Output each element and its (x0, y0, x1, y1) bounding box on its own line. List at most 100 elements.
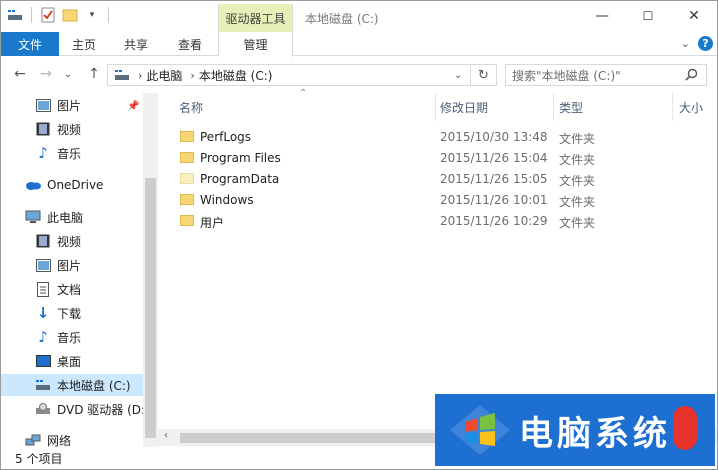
address-dropdown-icon[interactable]: ⌄ (454, 70, 462, 81)
help-icon[interactable]: ? (698, 36, 713, 51)
context-tab-drive-tools: 驱动器工具 (218, 4, 293, 32)
breadcrumb-this-pc[interactable]: 此电脑 (146, 67, 182, 84)
file-name: Program Files (200, 151, 281, 165)
file-name: 用户 (200, 216, 225, 230)
tab-manage[interactable]: 管理 (218, 32, 293, 57)
back-arrow-icon[interactable]: ← (11, 65, 29, 83)
navigation-pane: 📌 图片 视频 ♪ 音乐 OneDrive 此电脑 视频 图片 文档 ↓ 下载 … (1, 93, 158, 447)
videos-icon (35, 233, 51, 249)
address-bar[interactable]: › 此电脑 › 本地磁盘 (C:) ⌄ ↻ (107, 64, 497, 86)
table-row[interactable]: Program Files 2015/11/26 15:04 文件夹 (158, 148, 717, 169)
downloads-icon: ↓ (36, 304, 50, 322)
sidebar-item-documents[interactable]: 文档 (1, 278, 146, 300)
sidebar-item-label: 图片 (57, 98, 82, 113)
breadcrumb-chevron-icon[interactable]: › (190, 69, 194, 82)
sidebar-item-onedrive[interactable]: OneDrive (1, 174, 146, 196)
forward-arrow-icon[interactable]: → (37, 65, 55, 83)
drive-icon[interactable] (7, 7, 23, 23)
sidebar-item-music-pc[interactable]: ♪ 音乐 (1, 326, 146, 348)
sidebar-item-videos[interactable]: 视频 (1, 118, 146, 140)
sidebar-item-label: 网络 (47, 433, 72, 448)
customize-qat-icon[interactable]: ▾ (84, 7, 100, 23)
file-type: 文件夹 (559, 216, 596, 230)
column-header-type[interactable]: 类型 (559, 93, 583, 121)
sidebar-item-music[interactable]: ♪ 音乐 (1, 142, 146, 164)
file-type: 文件夹 (559, 195, 596, 209)
sidebar-item-pictures-pc[interactable]: 图片 (1, 254, 146, 276)
tab-file[interactable]: 文件 (1, 32, 59, 56)
sidebar-item-pictures[interactable]: 图片 (1, 94, 146, 116)
sidebar-item-network[interactable]: 网络 (1, 429, 146, 447)
recent-locations-icon[interactable]: ⌄ (59, 65, 77, 83)
folder-icon (180, 152, 194, 163)
search-input[interactable]: 搜索"本地磁盘 (C:)" (505, 64, 707, 86)
tab-home[interactable]: 主页 (59, 32, 109, 56)
column-header-name[interactable]: 名称 (179, 93, 203, 121)
table-row[interactable]: Windows 2015/11/26 10:01 文件夹 (158, 190, 717, 211)
column-divider[interactable] (672, 93, 673, 121)
table-row[interactable]: 用户 2015/11/26 10:29 文件夹 (158, 211, 717, 232)
sidebar-item-local-disk[interactable]: 本地磁盘 (C:) (1, 374, 146, 396)
column-divider[interactable] (435, 93, 436, 121)
hidden-folder-icon (180, 173, 194, 184)
this-pc-icon (25, 209, 41, 225)
sidebar-item-desktop[interactable]: 桌面 (1, 350, 146, 372)
new-folder-icon[interactable] (62, 7, 78, 23)
sidebar-item-label: 音乐 (57, 146, 82, 161)
sidebar-item-videos-pc[interactable]: 视频 (1, 230, 146, 252)
minimize-button[interactable]: — (579, 1, 625, 31)
sidebar-item-downloads[interactable]: ↓ 下载 (1, 302, 146, 324)
properties-icon[interactable] (40, 7, 56, 23)
file-type: 文件夹 (559, 174, 596, 188)
sidebar-scrollbar[interactable] (143, 93, 158, 447)
file-date: 2015/11/26 15:05 (440, 172, 548, 186)
desktop-icon (35, 353, 51, 369)
sidebar-item-this-pc[interactable]: 此电脑 (1, 206, 146, 228)
ribbon-tabs: 文件 主页 共享 查看 管理 ⌄ ? (1, 32, 717, 57)
breadcrumb-chevron-icon[interactable]: › (138, 69, 142, 82)
file-type: 文件夹 (559, 153, 596, 167)
documents-icon (35, 281, 51, 297)
file-name: ProgramData (200, 172, 280, 186)
expand-ribbon-icon[interactable]: ⌄ (681, 37, 690, 50)
sidebar-item-label: 视频 (57, 122, 82, 137)
sidebar-item-label: OneDrive (47, 178, 104, 192)
music-icon: ♪ (38, 144, 48, 162)
column-header-size[interactable]: 大小 (679, 93, 703, 121)
watermark-badge (673, 406, 697, 450)
dvd-drive-icon (35, 401, 51, 417)
network-icon (25, 432, 41, 447)
sidebar-item-label: 图片 (57, 258, 82, 273)
sidebar-item-label: 桌面 (57, 354, 82, 369)
videos-icon (35, 121, 51, 137)
sidebar-item-dvd-drive[interactable]: DVD 驱动器 (D: (1, 398, 146, 420)
search-placeholder: 搜索"本地磁盘 (C:)" (512, 68, 621, 83)
windows-logo-icon (450, 405, 510, 455)
file-date: 2015/10/30 13:48 (440, 130, 548, 144)
breadcrumb-local-disk[interactable]: 本地磁盘 (C:) (199, 67, 273, 84)
sidebar-item-label: 音乐 (57, 330, 82, 345)
folder-icon (180, 194, 194, 205)
onedrive-icon (25, 177, 41, 193)
item-count: 5 个项目 (15, 452, 63, 466)
maximize-button[interactable]: ☐ (625, 1, 671, 31)
file-date: 2015/11/26 10:29 (440, 214, 548, 228)
column-header-date[interactable]: 修改日期 (440, 93, 488, 121)
title-bar: ▾ 驱动器工具 本地磁盘 (C:) — ☐ ✕ (1, 1, 717, 32)
navigation-bar: ← → ⌄ ↑ › 此电脑 › 本地磁盘 (C:) ⌄ ↻ 搜索"本地磁盘 (C… (1, 57, 717, 93)
explorer-window: ▾ 驱动器工具 本地磁盘 (C:) — ☐ ✕ 文件 主页 共享 查看 管理 ⌄… (0, 0, 718, 470)
refresh-icon[interactable]: ↻ (470, 64, 496, 86)
scroll-left-icon[interactable]: ‹ (164, 430, 168, 441)
column-divider[interactable] (553, 93, 554, 121)
table-row[interactable]: ProgramData 2015/11/26 15:05 文件夹 (158, 169, 717, 190)
search-icon[interactable] (685, 68, 698, 84)
table-row[interactable]: PerfLogs 2015/10/30 13:48 文件夹 (158, 127, 717, 148)
close-button[interactable]: ✕ (671, 1, 717, 31)
ribbon-controls: ⌄ ? (681, 36, 713, 51)
up-arrow-icon[interactable]: ↑ (85, 65, 103, 83)
tab-share[interactable]: 共享 (111, 32, 161, 56)
folder-icon (180, 215, 194, 226)
tab-view[interactable]: 查看 (164, 32, 216, 56)
sidebar-scrollbar-thumb[interactable] (145, 178, 156, 438)
local-disk-icon (35, 377, 51, 393)
